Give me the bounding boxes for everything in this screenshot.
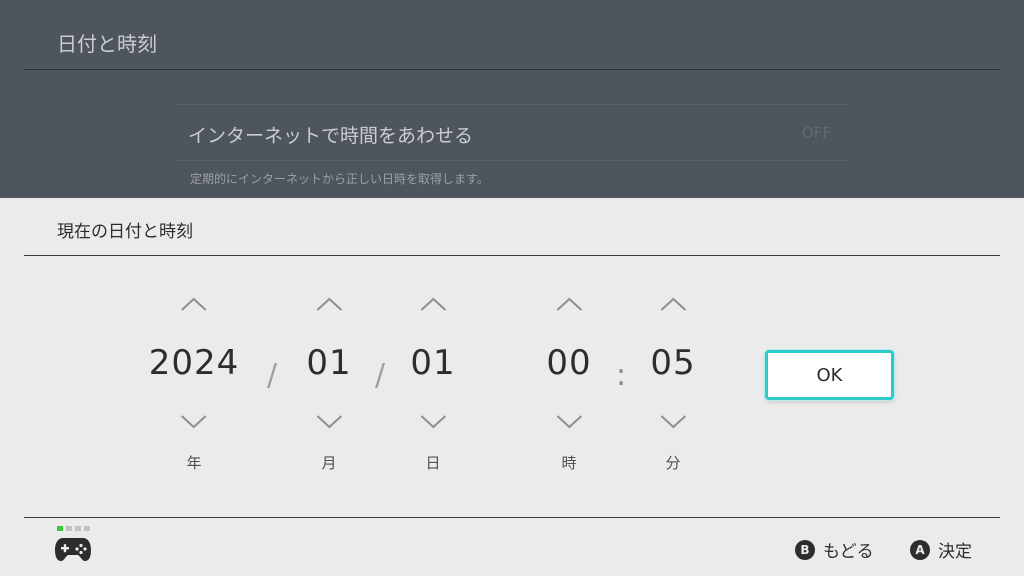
dialog-title-divider — [24, 255, 1000, 256]
month-decrement-chevron-down-icon[interactable] — [313, 408, 345, 436]
background-settings-screen: 日付と時刻 インターネットで時間をあわせる OFF 定期的にインターネットから正… — [0, 0, 1024, 198]
day-value[interactable]: 01 — [410, 318, 455, 408]
back-label: もどる — [823, 542, 874, 562]
day-unit-label: 日 — [425, 454, 441, 472]
date-separator: / — [266, 358, 278, 393]
month-value[interactable]: 01 — [306, 318, 351, 408]
year-value[interactable]: 2024 — [149, 318, 240, 408]
hour-value[interactable]: 00 — [546, 318, 591, 408]
hour-unit-label: 時 — [561, 454, 577, 472]
year-spinner: 2024 年 — [149, 290, 240, 500]
internet-time-sync-value: OFF — [802, 124, 832, 142]
minute-spinner: 05 分 — [650, 290, 695, 500]
controller-status — [54, 526, 92, 566]
footer-divider — [24, 517, 1000, 518]
minute-value[interactable]: 05 — [650, 318, 695, 408]
month-spinner: 01 月 — [306, 290, 351, 500]
year-increment-chevron-up-icon[interactable] — [178, 290, 210, 318]
day-decrement-chevron-down-icon[interactable] — [417, 408, 449, 436]
dialog-title: 現在の日付と時刻 — [57, 222, 193, 242]
background-row-divider-bottom — [176, 160, 848, 161]
confirm-label: 決定 — [938, 542, 972, 562]
year-decrement-chevron-down-icon[interactable] — [178, 408, 210, 436]
month-unit-label: 月 — [321, 454, 337, 472]
month-increment-chevron-up-icon[interactable] — [313, 290, 345, 318]
player-indicator-dot — [66, 526, 72, 531]
b-button-icon: B — [795, 539, 815, 560]
a-button-icon: A — [910, 539, 930, 560]
background-row-divider-top — [176, 104, 848, 105]
year-unit-label: 年 — [186, 454, 202, 472]
player-indicator-dot — [75, 526, 81, 531]
controller-icon — [55, 538, 91, 561]
day-spinner: 01 日 — [410, 290, 455, 500]
hour-decrement-chevron-down-icon[interactable] — [553, 408, 585, 436]
back-hint[interactable]: B もどる — [795, 537, 874, 562]
minute-unit-label: 分 — [665, 454, 681, 472]
internet-time-sync-description: 定期的にインターネットから正しい日時を取得します。 — [190, 172, 489, 186]
confirm-hint[interactable]: A 決定 — [910, 537, 972, 562]
background-title-divider — [24, 69, 1000, 70]
hour-increment-chevron-up-icon[interactable] — [553, 290, 585, 318]
player-indicator — [57, 526, 92, 531]
player-indicator-dot — [84, 526, 90, 531]
date-separator: / — [374, 358, 386, 393]
player-indicator-dot-active — [57, 526, 63, 531]
day-increment-chevron-up-icon[interactable] — [417, 290, 449, 318]
ok-button[interactable]: OK — [765, 350, 894, 400]
time-separator: : — [615, 358, 627, 393]
background-page-title: 日付と時刻 — [57, 32, 157, 56]
hour-spinner: 00 時 — [546, 290, 591, 500]
date-time-dialog: 現在の日付と時刻 2024 年 / 01 月 / 01 日 00 時: 05 … — [0, 198, 1024, 576]
minute-decrement-chevron-down-icon[interactable] — [657, 408, 689, 436]
minute-increment-chevron-up-icon[interactable] — [657, 290, 689, 318]
internet-time-sync-label: インターネットで時間をあわせる — [188, 125, 474, 147]
